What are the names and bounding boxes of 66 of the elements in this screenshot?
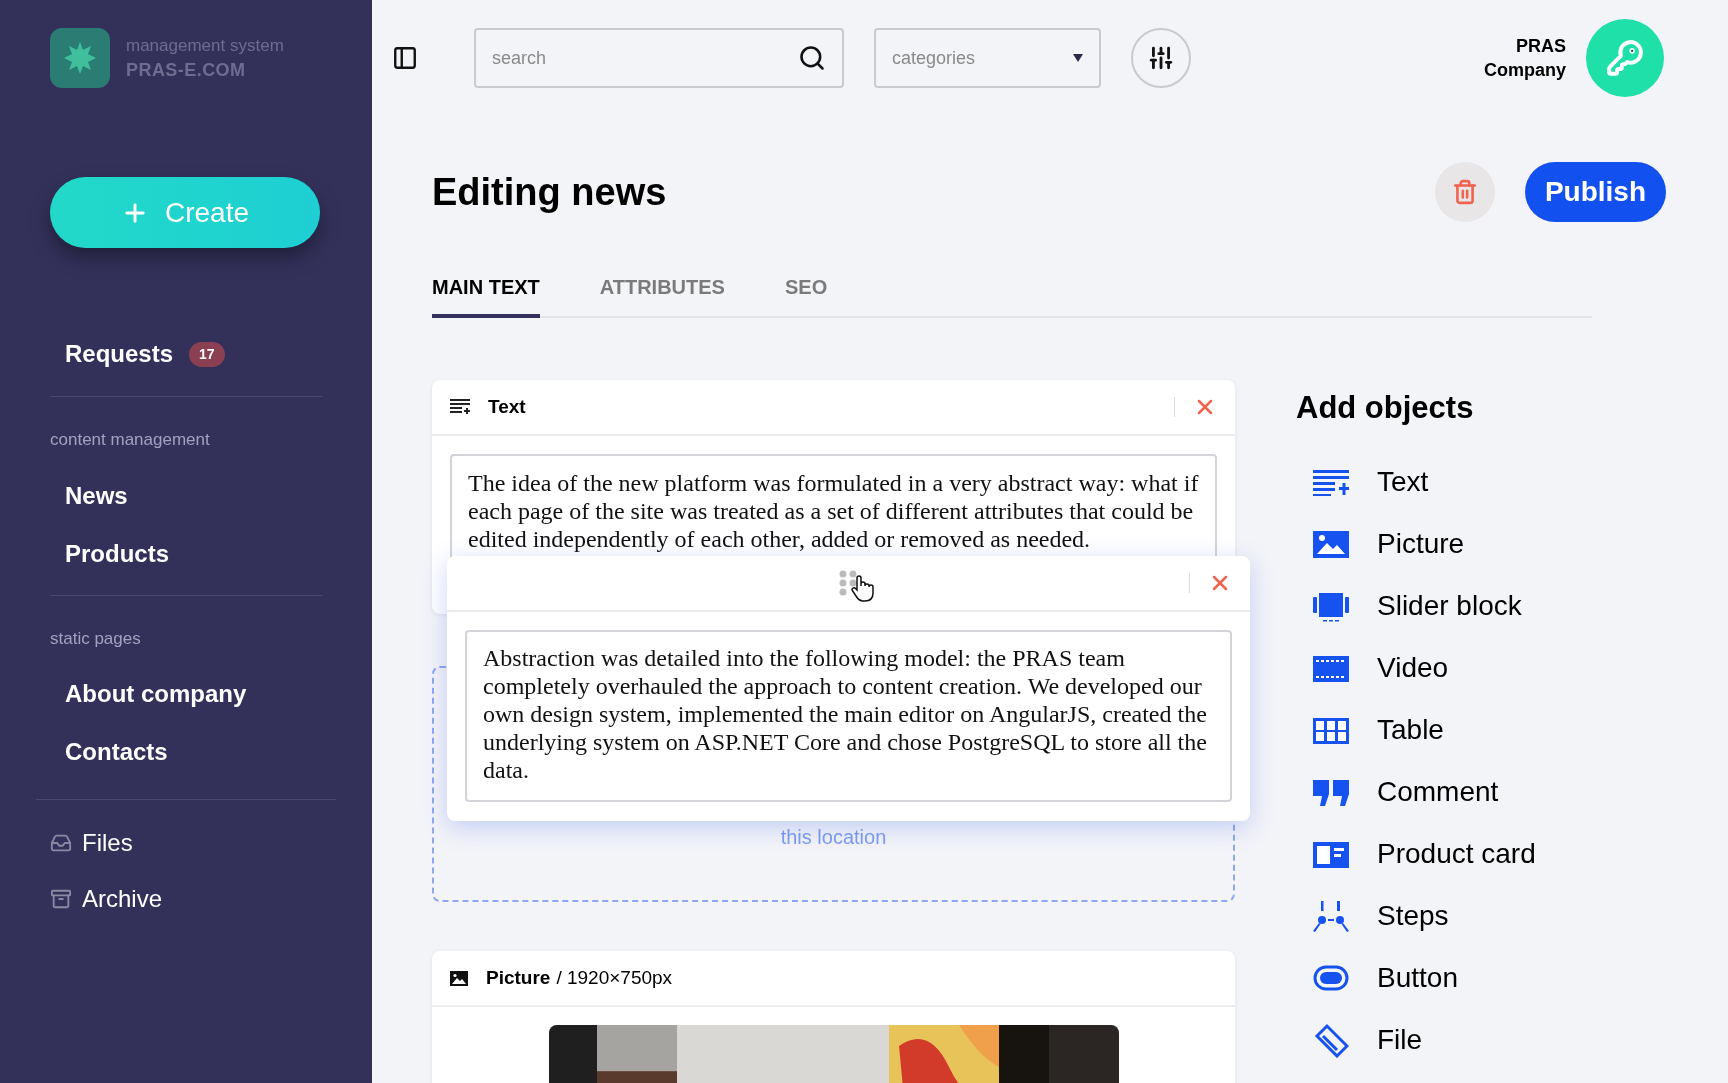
text-add-icon [450, 399, 470, 415]
dragged-block-dialog[interactable] [447, 556, 1250, 821]
search-field[interactable]: search [474, 28, 844, 88]
publish-button[interactable]: Publish [1524, 162, 1666, 222]
nav-item[interactable]: News [65, 478, 128, 513]
object-label: Picture [1377, 527, 1465, 561]
search-icon [798, 44, 826, 72]
object-item[interactable]: Product card [1313, 834, 1536, 874]
image-icon [450, 970, 468, 986]
block-title: Picture [486, 965, 551, 990]
object-label: Comment [1377, 775, 1499, 809]
sliders-icon [1148, 45, 1174, 71]
object-item[interactable]: Picture [1313, 524, 1536, 564]
object-item[interactable]: Text [1313, 462, 1536, 502]
tab[interactable]: ATTRIBUTES [599, 272, 725, 316]
nav-item[interactable]: Files [82, 826, 133, 860]
drag-handle-icon[interactable] [839, 570, 877, 602]
object-item[interactable]: File [1313, 1020, 1536, 1060]
object-label: Video [1377, 651, 1449, 685]
object-item[interactable]: Steps [1313, 896, 1536, 936]
company-name: Company [1484, 59, 1566, 82]
tab[interactable]: MAIN TEXT [432, 272, 540, 318]
object-item[interactable]: Slider block [1313, 586, 1536, 626]
tab[interactable]: SEO [784, 272, 828, 316]
company-name: PRAS [1516, 35, 1566, 58]
object-label: Steps [1377, 899, 1449, 933]
categories-dropdown[interactable]: categories [874, 28, 1101, 88]
object-label: Slider block [1377, 589, 1522, 623]
key-icon [1606, 39, 1644, 77]
sidebar-toggle-icon[interactable] [392, 45, 418, 71]
page-title: Editing news [432, 169, 667, 215]
picture-size: / 1920×750px [556, 965, 673, 990]
steps-icon [1313, 898, 1349, 934]
object-item[interactable]: Comment [1313, 772, 1536, 812]
count-badge: 17 [189, 341, 225, 367]
object-label: Button [1377, 961, 1458, 995]
caret-icon [1073, 54, 1083, 62]
object-item[interactable]: Button [1313, 958, 1536, 998]
trash-icon [1451, 179, 1478, 205]
object-label: File [1377, 1023, 1423, 1057]
block-title: Text [488, 394, 526, 419]
nav-item[interactable]: Requests [65, 336, 174, 372]
panel-title: Add objects [1296, 389, 1475, 427]
nav-item[interactable]: Contacts [65, 735, 168, 769]
section-heading: content management [50, 429, 211, 451]
drop-hint: this location [780, 825, 887, 850]
nav-item[interactable]: About company [65, 677, 247, 711]
section-heading: static pages [50, 627, 142, 650]
search-input[interactable]: search [476, 30, 798, 86]
nav-item[interactable]: Products [65, 536, 169, 571]
tray-icon [50, 832, 72, 854]
object-label: Text [1377, 465, 1429, 499]
logo-subtitle: management system [126, 35, 284, 57]
archive-icon [50, 888, 72, 910]
paragraph: The idea of the new platform was formulated in a very abstract way: what if each page of the site was treated as a set of different attributes that could be edited independently of each other, added or removed as needed. [468, 469, 1199, 553]
logo-title: PRAS-E.COM [126, 59, 247, 82]
paragraph: Abstraction was detailed into the following model: the PRAS team completely overhauled the approach to content creation. We developed our own design system, implemented the main editor on AngularJS, created the underlying system on ASP.NET Core and chose PostgreSQL to store all the data. [483, 644, 1208, 784]
categories-input[interactable]: categories [876, 30, 1046, 86]
logo-icon [50, 28, 110, 88]
filter-button[interactable] [1131, 28, 1191, 88]
nav-item[interactable]: Archive [82, 882, 163, 916]
object-label: Table [1377, 713, 1444, 747]
text-area[interactable] [465, 630, 1232, 802]
object-item[interactable]: Table [1313, 710, 1536, 750]
object-item[interactable]: Video [1313, 648, 1536, 688]
object-label: Product card [1377, 837, 1536, 871]
